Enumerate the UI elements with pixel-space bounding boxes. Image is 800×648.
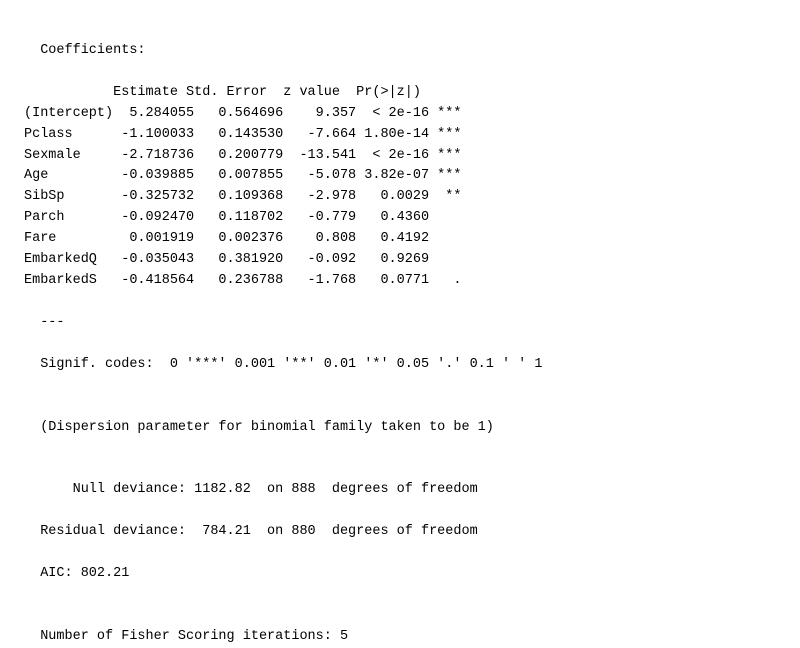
- table-row: EmbarkedQ -0.035043 0.381920 -0.092 0.92…: [24, 252, 461, 267]
- coefficients-table: Estimate Std. Error z value Pr(>|z|): [24, 62, 776, 104]
- null-deviance-line: Null deviance: 1182.82 on 888 degrees of…: [24, 459, 776, 501]
- separator-line: ---: [24, 292, 776, 334]
- blank-line-3: [24, 585, 776, 606]
- blank-line-1: [24, 376, 776, 397]
- signif-line: Signif. codes: 0 '***' 0.001 '**' 0.01 '…: [24, 334, 776, 376]
- fisher-iterations: Number of Fisher Scoring iterations: 5: [40, 629, 348, 644]
- null-deviance: Null deviance: 1182.82 on 888 degrees of…: [40, 482, 477, 497]
- aic-value: AIC: 802.21: [40, 566, 129, 581]
- aic-line: AIC: 802.21: [24, 543, 776, 585]
- table-row: Sexmale -2.718736 0.200779 -13.541 < 2e-…: [24, 148, 461, 163]
- dispersion-text: (Dispersion parameter for binomial famil…: [40, 420, 494, 435]
- signif-codes: Signif. codes: 0 '***' 0.001 '**' 0.01 '…: [40, 357, 542, 372]
- blank-line-2: [24, 438, 776, 459]
- fisher-line: Number of Fisher Scoring iterations: 5: [24, 606, 776, 648]
- dispersion-block: (Dispersion parameter for binomial famil…: [24, 397, 776, 439]
- r-output: Coefficients:: [24, 20, 776, 62]
- coefficient-rows: (Intercept) 5.284055 0.564696 9.357 < 2e…: [24, 104, 776, 292]
- table-row: Parch -0.092470 0.118702 -0.779 0.4360: [24, 210, 461, 225]
- table-row: EmbarkedS -0.418564 0.236788 -1.768 0.07…: [24, 273, 461, 288]
- table-row: SibSp -0.325732 0.109368 -2.978 0.0029 *…: [24, 189, 461, 204]
- separator: ---: [40, 315, 64, 330]
- table-row: (Intercept) 5.284055 0.564696 9.357 < 2e…: [24, 106, 461, 121]
- coefficients-title: Coefficients:: [40, 43, 145, 58]
- table-row: Fare 0.001919 0.002376 0.808 0.4192: [24, 231, 461, 246]
- table-row: Pclass -1.100033 0.143530 -7.664 1.80e-1…: [24, 127, 461, 142]
- table-row: Age -0.039885 0.007855 -5.078 3.82e-07 *…: [24, 168, 461, 183]
- table-header: Estimate Std. Error z value Pr(>|z|): [24, 85, 453, 100]
